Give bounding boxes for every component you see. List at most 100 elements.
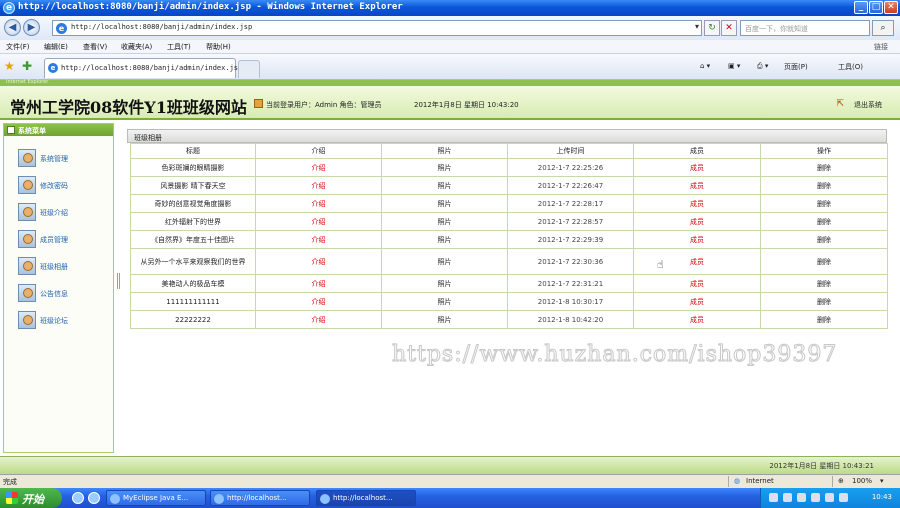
intro-link[interactable]: 介绍: [255, 158, 382, 177]
feeds-icon[interactable]: ▣ ▾: [728, 62, 740, 70]
security-icon[interactable]: [797, 493, 806, 502]
delete-link[interactable]: 删除: [760, 230, 888, 249]
photo-link[interactable]: 照片: [381, 310, 508, 329]
delete-link[interactable]: 删除: [760, 310, 888, 329]
intro-link[interactable]: 介绍: [255, 248, 382, 275]
antivirus-icon[interactable]: [839, 493, 848, 502]
menu-edit[interactable]: 编辑(E): [44, 42, 68, 52]
member-link[interactable]: 成员: [633, 194, 761, 213]
intro-link[interactable]: 介绍: [255, 194, 382, 213]
task-browser-2[interactable]: http://localhost...: [316, 490, 416, 506]
address-url[interactable]: http://localhost:8080/banji/admin/index.…: [71, 23, 252, 31]
search-icon[interactable]: ⌕: [872, 20, 894, 36]
sidebar-item-label[interactable]: 成员管理: [40, 235, 68, 245]
chevron-down-icon[interactable]: ▾: [695, 22, 699, 31]
add-favorite-icon[interactable]: ✚: [22, 59, 32, 73]
photo-link[interactable]: 照片: [381, 248, 508, 275]
splitter-handle[interactable]: [117, 273, 120, 289]
cell-time: 2012-1-7 22:30:36: [507, 248, 634, 275]
photo-link[interactable]: 照片: [381, 158, 508, 177]
member-link[interactable]: 成员: [633, 274, 761, 293]
back-icon[interactable]: ◀: [4, 19, 21, 36]
photo-link[interactable]: 照片: [381, 292, 508, 311]
tab-current-page[interactable]: e http://localhost:8080/banji/admin/inde…: [44, 58, 242, 78]
photo-link[interactable]: 照片: [381, 230, 508, 249]
refresh-icon[interactable]: ↻: [704, 20, 720, 36]
delete-link[interactable]: 删除: [760, 194, 888, 213]
delete-link[interactable]: 删除: [760, 212, 888, 231]
delete-link[interactable]: 删除: [760, 292, 888, 311]
sidebar-item-label[interactable]: 班级论坛: [40, 316, 68, 326]
sidebar-item-password[interactable]: 修改密码: [4, 175, 113, 195]
menu-help[interactable]: 帮助(H): [206, 42, 231, 52]
stop-icon[interactable]: ✕: [721, 20, 737, 36]
sidebar-item-label[interactable]: 班级介绍: [40, 208, 68, 218]
member-link[interactable]: 成员: [633, 158, 761, 177]
task-myeclipse[interactable]: MyEclipse Java E...: [106, 490, 206, 506]
intro-link[interactable]: 介绍: [255, 176, 382, 195]
network-icon[interactable]: [769, 493, 778, 502]
sidebar-item-members[interactable]: 成员管理: [4, 229, 113, 249]
search-input[interactable]: 百度一下，你就知道: [740, 20, 870, 36]
member-link[interactable]: 成员: [633, 176, 761, 195]
intro-link[interactable]: 介绍: [255, 274, 382, 293]
language-icon[interactable]: [811, 493, 820, 502]
start-button[interactable]: 开始: [0, 488, 62, 508]
sidebar-item-label[interactable]: 修改密码: [40, 181, 68, 191]
photo-link[interactable]: 照片: [381, 194, 508, 213]
intro-link[interactable]: 介绍: [255, 230, 382, 249]
volume-icon[interactable]: [783, 493, 792, 502]
minimize-button[interactable]: _: [854, 1, 868, 14]
intro-link[interactable]: 介绍: [255, 310, 382, 329]
sidebar-splitter[interactable]: [116, 123, 122, 453]
sidebar-item-class-intro[interactable]: 班级介绍: [4, 202, 113, 222]
chevron-down-icon[interactable]: ▾: [880, 477, 884, 485]
tools-menu[interactable]: 工具(O): [838, 62, 863, 72]
intro-link[interactable]: 介绍: [255, 212, 382, 231]
delete-link[interactable]: 删除: [760, 248, 888, 275]
member-link[interactable]: 成员: [633, 230, 761, 249]
desktop-icon[interactable]: [72, 492, 84, 504]
sidebar-item-notices[interactable]: 公告信息: [4, 283, 113, 303]
member-link[interactable]: 成员: [633, 212, 761, 231]
maximize-button[interactable]: □: [869, 1, 883, 14]
member-link[interactable]: 成员: [633, 310, 761, 329]
home-icon[interactable]: ⌂ ▾: [700, 62, 710, 70]
member-link[interactable]: 成员: [633, 292, 761, 311]
logout-icon[interactable]: ⇱: [836, 99, 844, 109]
page-menu[interactable]: 页面(P): [784, 62, 808, 72]
update-icon[interactable]: [825, 493, 834, 502]
sidebar-item-system[interactable]: 系统管理: [4, 148, 113, 168]
new-tab-button[interactable]: [238, 60, 260, 78]
photo-link[interactable]: 照片: [381, 274, 508, 293]
sidebar-item-label[interactable]: 公告信息: [40, 289, 68, 299]
delete-link[interactable]: 删除: [760, 158, 888, 177]
ie-quicklaunch-icon[interactable]: [88, 492, 100, 504]
favorites-star-icon[interactable]: ★: [4, 59, 15, 73]
menu-view[interactable]: 查看(V): [83, 42, 107, 52]
zoom-icon[interactable]: ⊕: [838, 477, 844, 485]
close-button[interactable]: ✕: [884, 1, 898, 14]
address-field[interactable]: e http://localhost:8080/banji/admin/inde…: [52, 20, 702, 36]
links-label[interactable]: 链接: [874, 42, 888, 52]
menu-favorites[interactable]: 收藏夹(A): [121, 42, 152, 52]
photo-link[interactable]: 照片: [381, 212, 508, 231]
forward-icon[interactable]: ▶: [23, 19, 40, 36]
logout-link[interactable]: 退出系统: [854, 100, 882, 110]
sidebar-item-label[interactable]: 班级相册: [40, 262, 68, 272]
delete-link[interactable]: 删除: [760, 274, 888, 293]
menu-file[interactable]: 文件(F): [6, 42, 30, 52]
zoom-level[interactable]: 100%: [852, 477, 872, 485]
task-browser-1[interactable]: http://localhost...: [210, 490, 310, 506]
sidebar-item-label[interactable]: 系统管理: [40, 154, 68, 164]
intro-link[interactable]: 介绍: [255, 292, 382, 311]
print-icon[interactable]: ⎙ ▾: [757, 62, 768, 71]
delete-link[interactable]: 删除: [760, 176, 888, 195]
cell-title: 红外辐射下的世界: [130, 212, 256, 231]
sidebar-item-album[interactable]: 班级相册: [4, 256, 113, 276]
photo-link[interactable]: 照片: [381, 176, 508, 195]
member-link[interactable]: 成员: [633, 248, 761, 275]
menu-tools[interactable]: 工具(T): [167, 42, 191, 52]
myeclipse-icon: [110, 494, 120, 504]
sidebar-item-forum[interactable]: 班级论坛: [4, 310, 113, 330]
